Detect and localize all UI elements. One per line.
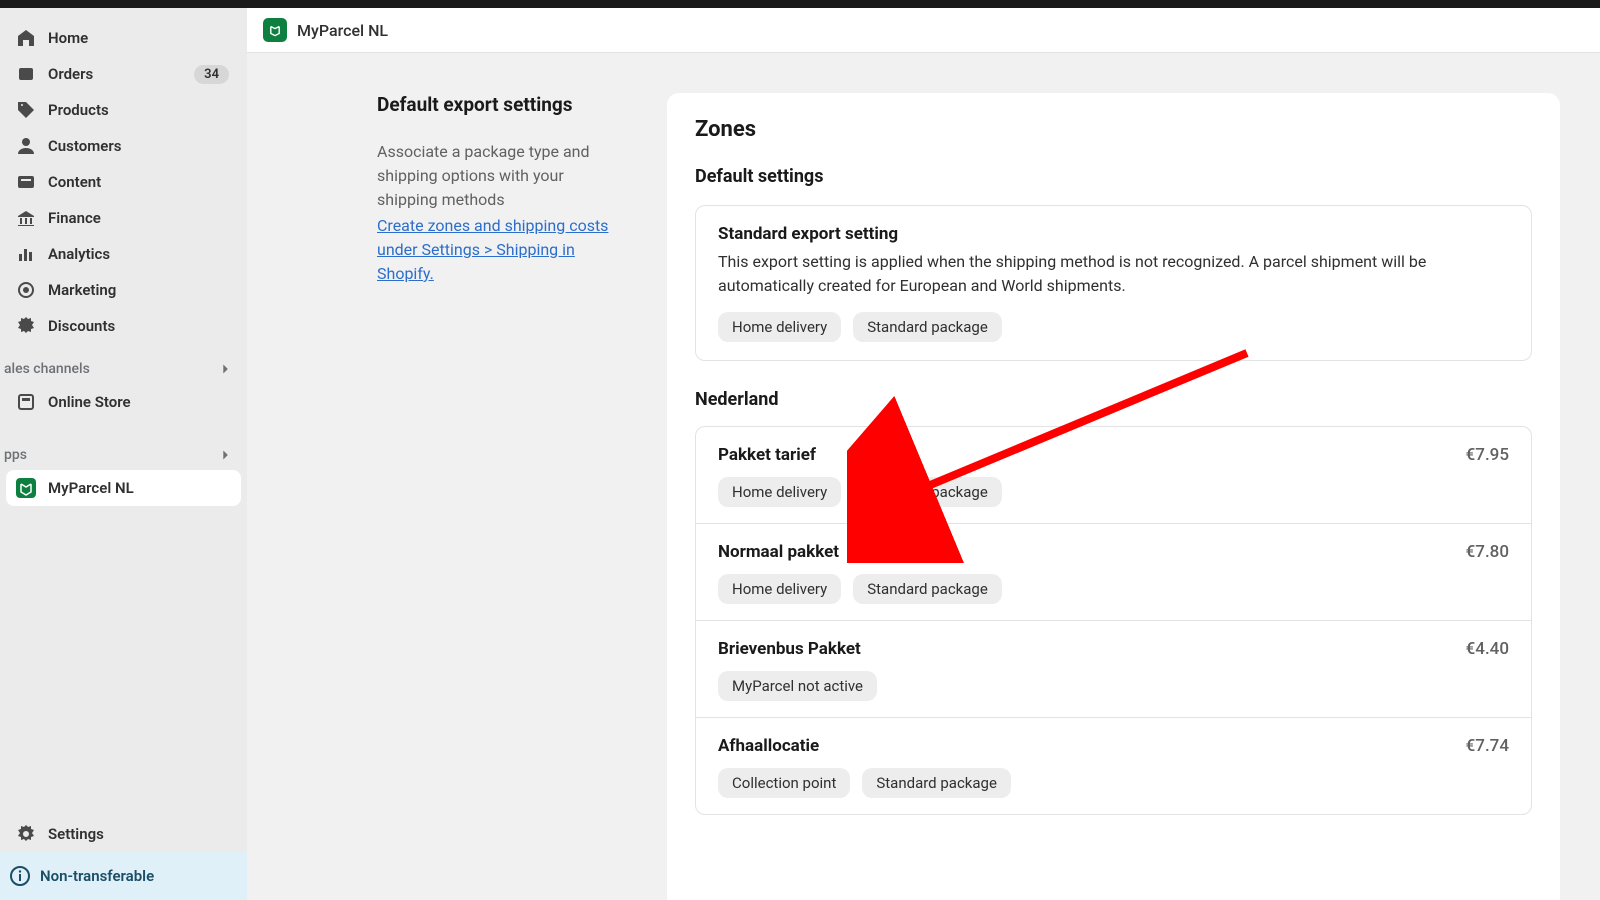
rate-item[interactable]: Pakket tarief €7.95 Home delivery Standa…: [696, 427, 1531, 524]
apps-header[interactable]: pps: [0, 438, 247, 470]
nav-label: Online Store: [48, 393, 229, 411]
rate-name: Pakket tarief: [718, 445, 816, 465]
top-bar: [0, 0, 1600, 8]
create-zones-link[interactable]: Create zones and shipping costs under Se…: [377, 216, 608, 283]
zones-panel: Zones Default settings Standard export s…: [667, 93, 1560, 900]
finance-icon: [16, 208, 36, 228]
rate-item[interactable]: Normaal pakket €7.80 Home delivery Stand…: [696, 524, 1531, 621]
chevron-right-icon: [217, 360, 235, 378]
orders-badge: 34: [194, 65, 229, 84]
orders-icon: [16, 64, 36, 84]
nav-label: Analytics: [48, 245, 229, 263]
pill: Standard package: [853, 312, 1002, 342]
rate-price: €7.74: [1466, 736, 1509, 756]
customers-icon: [16, 136, 36, 156]
nav-label: MyParcel NL: [48, 479, 229, 497]
nav-content[interactable]: Content: [6, 164, 241, 200]
pill: Standard package: [853, 477, 1002, 507]
nav-orders[interactable]: Orders 34: [6, 56, 241, 92]
rate-price: €4.40: [1466, 639, 1509, 659]
section-label: ales channels: [4, 361, 90, 377]
nav-products[interactable]: Products: [6, 92, 241, 128]
nav-label: Customers: [48, 137, 229, 155]
rate-name: Afhaallocatie: [718, 736, 819, 756]
home-icon: [16, 28, 36, 48]
pill: Standard package: [853, 574, 1002, 604]
info-icon: [10, 866, 30, 886]
nav-home[interactable]: Home: [6, 20, 241, 56]
rate-price: €7.95: [1466, 445, 1509, 465]
nav-analytics[interactable]: Analytics: [6, 236, 241, 272]
nav-myparcel[interactable]: MyParcel NL: [6, 470, 241, 506]
marketing-icon: [16, 280, 36, 300]
gear-icon: [16, 824, 36, 844]
rate-list: Pakket tarief €7.95 Home delivery Standa…: [695, 426, 1532, 815]
pill: Home delivery: [718, 312, 841, 342]
nav-settings[interactable]: Settings: [6, 816, 241, 852]
rate-name: Normaal pakket: [718, 542, 839, 562]
main: MyParcel NL Default export settings Asso…: [247, 8, 1600, 900]
section-label: pps: [4, 447, 27, 463]
sales-channels-header[interactable]: ales channels: [0, 352, 247, 384]
pill: Home delivery: [718, 477, 841, 507]
sidebar: Home Orders 34 Products Customers Conten…: [0, 8, 247, 900]
main-header: MyParcel NL: [247, 8, 1600, 53]
nav-label: Content: [48, 173, 229, 191]
chevron-right-icon: [217, 446, 235, 464]
nav-label: Settings: [48, 825, 229, 843]
rate-name: Brievenbus Pakket: [718, 639, 861, 659]
zone-name: Nederland: [695, 389, 1532, 410]
standard-export-card[interactable]: Standard export setting This export sett…: [695, 205, 1532, 361]
section-title: Default export settings: [377, 93, 627, 116]
myparcel-icon: [16, 478, 36, 498]
content: Default export settings Associate a pack…: [247, 53, 1600, 900]
nav-customers[interactable]: Customers: [6, 128, 241, 164]
nav-discounts[interactable]: Discounts: [6, 308, 241, 344]
non-transferable-banner[interactable]: Non-transferable: [0, 852, 247, 900]
card-title: Standard export setting: [718, 224, 1509, 244]
nav-finance[interactable]: Finance: [6, 200, 241, 236]
non-transferable-label: Non-transferable: [40, 867, 154, 885]
nav-marketing[interactable]: Marketing: [6, 272, 241, 308]
rate-price: €7.80: [1466, 542, 1509, 562]
pill: Home delivery: [718, 574, 841, 604]
content-icon: [16, 172, 36, 192]
settings-description: Default export settings Associate a pack…: [287, 93, 627, 900]
nav-label: Orders: [48, 65, 182, 83]
pill: Collection point: [718, 768, 850, 798]
nav-label: Discounts: [48, 317, 229, 335]
nav-online-store[interactable]: Online Store: [6, 384, 241, 420]
app-title: MyParcel NL: [297, 21, 388, 40]
card-desc: This export setting is applied when the …: [718, 250, 1509, 298]
nav-main: Home Orders 34 Products Customers Conten…: [0, 8, 247, 352]
app-icon: [263, 18, 287, 42]
rate-item[interactable]: Brievenbus Pakket €4.40 MyParcel not act…: [696, 621, 1531, 718]
analytics-icon: [16, 244, 36, 264]
products-icon: [16, 100, 36, 120]
nav-label: Products: [48, 101, 229, 119]
nav-label: Marketing: [48, 281, 229, 299]
nav-label: Home: [48, 29, 229, 47]
pill: MyParcel not active: [718, 671, 877, 701]
rate-item[interactable]: Afhaallocatie €7.74 Collection point Sta…: [696, 718, 1531, 814]
pill-row: Home delivery Standard package: [718, 312, 1509, 342]
pill: Standard package: [862, 768, 1011, 798]
discounts-icon: [16, 316, 36, 336]
store-icon: [16, 392, 36, 412]
default-settings-subtitle: Default settings: [695, 166, 1532, 187]
nav-label: Finance: [48, 209, 229, 227]
description-text: Associate a package type and shipping op…: [377, 140, 627, 212]
zones-title: Zones: [695, 117, 1532, 142]
